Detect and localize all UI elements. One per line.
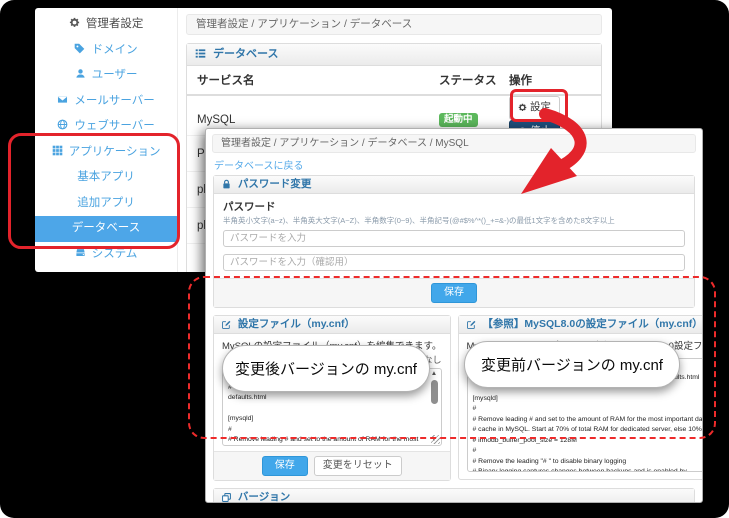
service-name: MySQL (197, 114, 439, 126)
scrollbar[interactable]: ▲▼ (430, 371, 439, 443)
sidebar-item-label: ユーザー (92, 69, 138, 81)
lock-icon (222, 178, 231, 195)
breadcrumb: 管理者設定 / アプリケーション / データベース (186, 14, 602, 35)
callout-after-version: 変更後バージョンの my.cnf (222, 345, 430, 392)
sidebar-item-system[interactable]: システム (35, 242, 177, 268)
database-panel-title: データベース (213, 48, 278, 60)
sidebar-item-domain[interactable]: ドメイン (35, 38, 177, 64)
gear-icon (518, 103, 527, 115)
grid-icon (52, 141, 63, 167)
sidebar-item-label: 基本アプリ (77, 171, 135, 183)
password-panel-footer: 保存 (214, 278, 694, 307)
sidebar-item-label: ドメイン (92, 44, 138, 56)
sidebar-item-webserver[interactable]: ウェブサーバー (35, 114, 177, 140)
col-header-status: ステータス (439, 72, 509, 88)
resize-handle[interactable] (431, 435, 440, 444)
password-rule-hint: 半角英小文字(a~z)、半角英大文字(A~Z)、半角数字(0~9)、半角記号(@… (223, 215, 685, 226)
password-label: パスワード (223, 199, 685, 214)
sidebar-item-database[interactable]: データベース (35, 216, 177, 242)
password-panel: パスワード変更 パスワード 半角英小文字(a~z)、半角英大文字(A~Z)、半角… (213, 175, 695, 308)
mysql-settings-window: 管理者設定 / アプリケーション / データベース / MySQL データベース… (205, 128, 703, 503)
system-icon (75, 243, 86, 269)
password-input[interactable] (223, 230, 685, 247)
globe-icon (57, 115, 68, 141)
reference-panel-title: 【参照】MySQL8.0の設定ファイル（my.cnf） (482, 318, 702, 330)
sidebar-item-additional-apps[interactable]: 追加アプリ (35, 191, 177, 217)
overlay-breadcrumb: 管理者設定 / アプリケーション / データベース / MySQL (212, 134, 696, 153)
gear-icon (69, 13, 80, 39)
password-panel-header: パスワード変更 (214, 176, 694, 194)
scroll-up-icon[interactable]: ▲ (431, 371, 437, 378)
col-header-service: サービス名 (197, 72, 439, 88)
clone-icon (222, 491, 231, 503)
config-files-row: 設定ファイル（my.cnf） MySQLの設定ファイル（my.cnf）を編集でき… (213, 315, 695, 481)
table-header-row: サービス名 ステータス 操作 (187, 66, 601, 96)
edit-icon (467, 318, 476, 335)
sidebar-item-label: 追加アプリ (77, 197, 135, 209)
sidebar-item-label: ウェブサーバー (74, 120, 154, 132)
status-badge: 起動中 (439, 113, 478, 128)
back-to-database-link[interactable]: データベースに戻る (214, 157, 694, 172)
sidebar-item-label: データベース (72, 222, 140, 234)
sidebar-item-basic-apps[interactable]: 基本アプリ (35, 165, 177, 191)
version-panel: バージョン ご利用中のバージョン 8.4 MySQLのバージョン変更 パスワード… (213, 488, 695, 503)
version-panel-title: バージョン (238, 491, 290, 503)
sidebar-item-label: システム (92, 248, 138, 260)
config-save-button[interactable]: 保存 (262, 456, 308, 476)
settings-button[interactable]: 設定 (509, 96, 560, 120)
sidebar-item-admin-settings[interactable]: 管理者設定 (35, 12, 177, 38)
password-panel-body: パスワード 半角英小文字(a~z)、半角英大文字(A~Z)、半角数字(0~9)、… (214, 194, 694, 271)
sidebar-item-mailserver[interactable]: メールサーバー (35, 89, 177, 115)
password-panel-title: パスワード変更 (238, 178, 312, 190)
edit-icon (222, 318, 231, 335)
col-header-action: 操作 (509, 72, 601, 88)
user-icon (75, 64, 86, 90)
list-icon (195, 46, 206, 67)
config-panel-footer: 保存 変更をリセット (214, 451, 450, 480)
password-save-button[interactable]: 保存 (431, 283, 477, 303)
reference-file-panel: 【参照】MySQL8.0の設定ファイル（my.cnf） MySQL8.0から8.… (458, 315, 704, 480)
sidebar-item-label: メールサーバー (74, 95, 154, 107)
config-panel-header: 設定ファイル（my.cnf） (214, 316, 450, 334)
version-panel-header: バージョン (214, 489, 694, 503)
password-confirm-input[interactable] (223, 254, 685, 271)
screenshot-canvas: 管理者設定 ドメイン ユーザー メールサーバー ウェブサーバー アプリケーション (0, 0, 729, 518)
sidebar-item-label: 管理者設定 (86, 18, 144, 30)
config-panel-title: 設定ファイル（my.cnf） (238, 318, 355, 330)
tag-icon (74, 39, 85, 65)
sidebar-item-application[interactable]: アプリケーション (35, 140, 177, 166)
sidebar-item-label: アプリケーション (69, 146, 161, 158)
config-file-panel: 設定ファイル（my.cnf） MySQLの設定ファイル（my.cnf）を編集でき… (213, 315, 451, 481)
sidebar-item-user[interactable]: ユーザー (35, 63, 177, 89)
sidebar: 管理者設定 ドメイン ユーザー メールサーバー ウェブサーバー アプリケーション (35, 8, 178, 272)
config-reset-button[interactable]: 変更をリセット (314, 456, 402, 476)
scroll-thumb[interactable] (431, 380, 438, 404)
mail-icon (57, 90, 68, 116)
callout-before-version: 変更前バージョンの my.cnf (464, 341, 680, 388)
reference-panel-header: 【参照】MySQL8.0の設定ファイル（my.cnf） (459, 316, 704, 334)
database-panel-header: データベース (187, 44, 601, 66)
